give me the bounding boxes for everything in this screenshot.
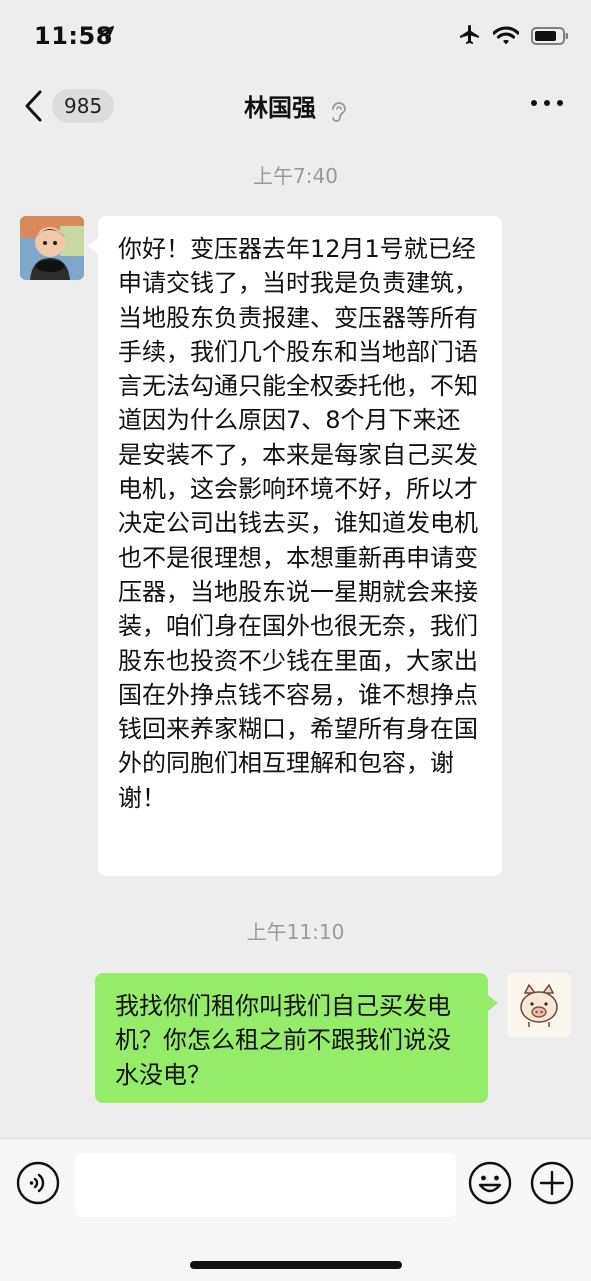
- message-timestamp: 上午11:10: [246, 920, 345, 944]
- airplane-icon: [460, 25, 479, 44]
- incoming-message-bubble: 你好！变压器去年12月1号就已经申请交钱了，当时我是负责建筑，当地股东负责报建、…: [88, 216, 502, 876]
- chat-title: 林国强: [243, 94, 316, 122]
- voice-icon[interactable]: [16, 1161, 60, 1205]
- plus-icon[interactable]: [530, 1161, 574, 1205]
- message-input[interactable]: [76, 1153, 456, 1217]
- input-bar: [0, 1138, 591, 1281]
- emoji-icon[interactable]: [468, 1161, 512, 1205]
- chat-header: 985 林国强: [0, 72, 591, 138]
- title-area: 林国强: [0, 88, 591, 123]
- location-arrow-icon: [98, 26, 114, 42]
- ear-icon: [332, 101, 346, 122]
- home-indicator: [190, 1261, 402, 1269]
- message-timestamp: 上午7:40: [253, 164, 338, 188]
- more-dots-icon[interactable]: [531, 100, 563, 110]
- contact-avatar[interactable]: [20, 216, 84, 280]
- battery-icon: [531, 27, 568, 45]
- status-bar: 11:58: [0, 0, 591, 72]
- my-avatar[interactable]: [507, 973, 571, 1037]
- outgoing-message-bubble: 我找你们租你叫我们自己买发电机？你怎么租之前不跟我们说没水没电？: [95, 973, 498, 1103]
- wifi-icon: [493, 26, 519, 45]
